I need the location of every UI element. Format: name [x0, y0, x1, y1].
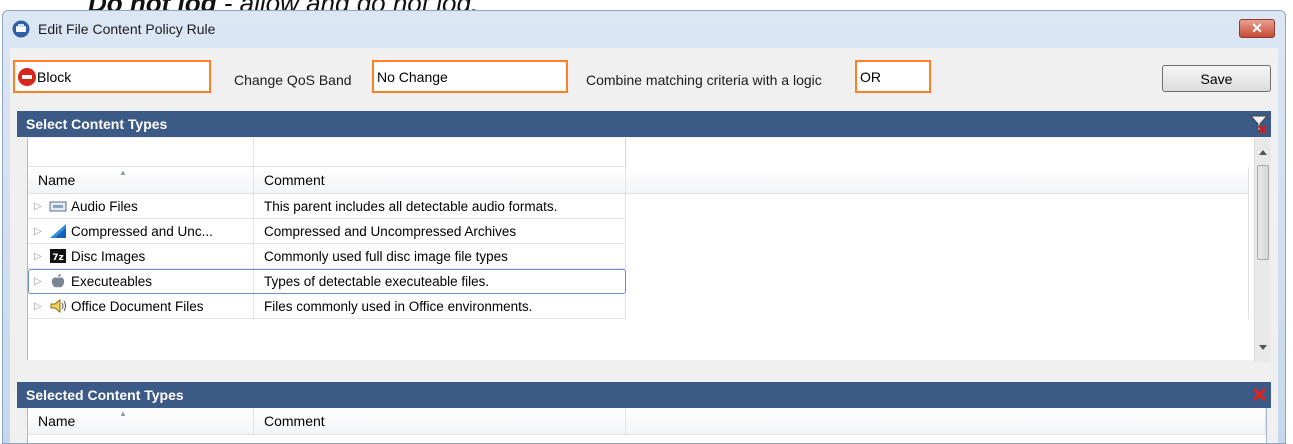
disc-image-icon: 7z: [50, 249, 66, 263]
speaker-icon: [50, 298, 66, 314]
sort-ascending-icon: ▲: [119, 409, 127, 418]
table-row[interactable]: ▷ Audio Files This parent includes all d…: [28, 194, 1249, 219]
dialog-body: Block Change QoS Band No Change Combine …: [10, 48, 1278, 443]
row-comment: Types of detectable executeable files.: [254, 269, 626, 294]
logic-value: OR: [860, 68, 881, 85]
row-comment: Files commonly used in Office environmen…: [254, 294, 626, 319]
sort-ascending-icon: ▲: [119, 168, 127, 177]
scroll-down-arrow-icon[interactable]: [1259, 345, 1267, 350]
selected-types-grid: ▲ Name Comment: [27, 408, 1267, 443]
qos-band-select[interactable]: No Change: [372, 60, 568, 93]
qos-label: Change QoS Band: [234, 72, 352, 88]
row-comment: Commonly used full disc image file types: [254, 244, 626, 269]
content-types-grid: ▲ Name Comment ▷ Audio Files This parent…: [27, 138, 1267, 360]
vertical-scrollbar[interactable]: [1254, 138, 1271, 362]
expand-icon[interactable]: ▷: [34, 251, 44, 262]
expand-icon[interactable]: ▷: [34, 301, 44, 312]
action-select[interactable]: Block: [13, 60, 211, 93]
column-header-comment[interactable]: Comment: [254, 408, 626, 435]
column-header-name[interactable]: ▲ Name: [28, 167, 254, 194]
scrollbar-thumb[interactable]: [1257, 165, 1269, 260]
logic-select[interactable]: OR: [855, 60, 931, 93]
remove-icon[interactable]: [1253, 388, 1266, 401]
row-name: Audio Files: [71, 198, 138, 214]
app-icon: [12, 20, 30, 38]
table-row[interactable]: ▷ Compressed and Unc... Compressed and U…: [28, 219, 1249, 244]
expand-icon[interactable]: ▷: [34, 226, 44, 237]
close-button[interactable]: ✕: [1239, 19, 1275, 38]
grid-header: ▲ Name Comment: [28, 167, 1249, 194]
dialog-window: Edit File Content Policy Rule ✕ Block Ch…: [2, 10, 1286, 444]
action-value: Block: [37, 68, 72, 85]
rule-toolbar: Block Change QoS Band No Change Combine …: [10, 48, 1278, 96]
table-row[interactable]: ▷ Office Document Files Files commonly u…: [28, 294, 1249, 319]
column-header-comment[interactable]: Comment: [254, 167, 626, 194]
svg-text:7z: 7z: [52, 253, 64, 263]
title-bar: Edit File Content Policy Rule ✕: [3, 11, 1285, 47]
filter-row: [28, 138, 626, 167]
block-icon: [18, 67, 36, 86]
clear-filter-icon[interactable]: [1249, 114, 1269, 134]
logic-label: Combine matching criteria with a logic: [586, 72, 822, 88]
section-title: Select Content Types: [26, 116, 168, 132]
section-title: Selected Content Types: [26, 387, 184, 403]
name-filter-input[interactable]: [28, 138, 254, 167]
qos-value: No Change: [377, 68, 448, 85]
grid-header: ▲ Name Comment: [28, 408, 1266, 435]
apple-icon: [51, 274, 65, 288]
row-comment: Compressed and Uncompressed Archives: [254, 219, 626, 244]
select-content-types-header: Select Content Types: [17, 111, 1271, 137]
column-header-name[interactable]: ▲ Name: [28, 408, 254, 435]
expand-icon[interactable]: ▷: [34, 201, 44, 212]
table-row[interactable]: ▷ 7z Disc Images Commonly used full disc…: [28, 244, 1249, 269]
window-title: Edit File Content Policy Rule: [38, 21, 216, 37]
row-name: Disc Images: [71, 248, 146, 264]
save-button[interactable]: Save: [1162, 65, 1271, 92]
row-name: Executeables: [71, 273, 153, 289]
comment-filter-input[interactable]: [254, 138, 626, 167]
selected-content-types-header: Selected Content Types: [17, 382, 1271, 408]
row-comment: This parent includes all detectable audi…: [254, 194, 626, 219]
table-row-selected[interactable]: ▷ Executeables Types of detectable execu…: [28, 269, 1249, 294]
scroll-up-arrow-icon[interactable]: [1259, 150, 1267, 155]
row-name: Compressed and Unc...: [71, 223, 213, 239]
expand-icon[interactable]: ▷: [34, 276, 44, 287]
archive-icon: [50, 224, 66, 238]
row-name: Office Document Files: [71, 298, 204, 314]
audio-file-icon: [49, 201, 67, 212]
